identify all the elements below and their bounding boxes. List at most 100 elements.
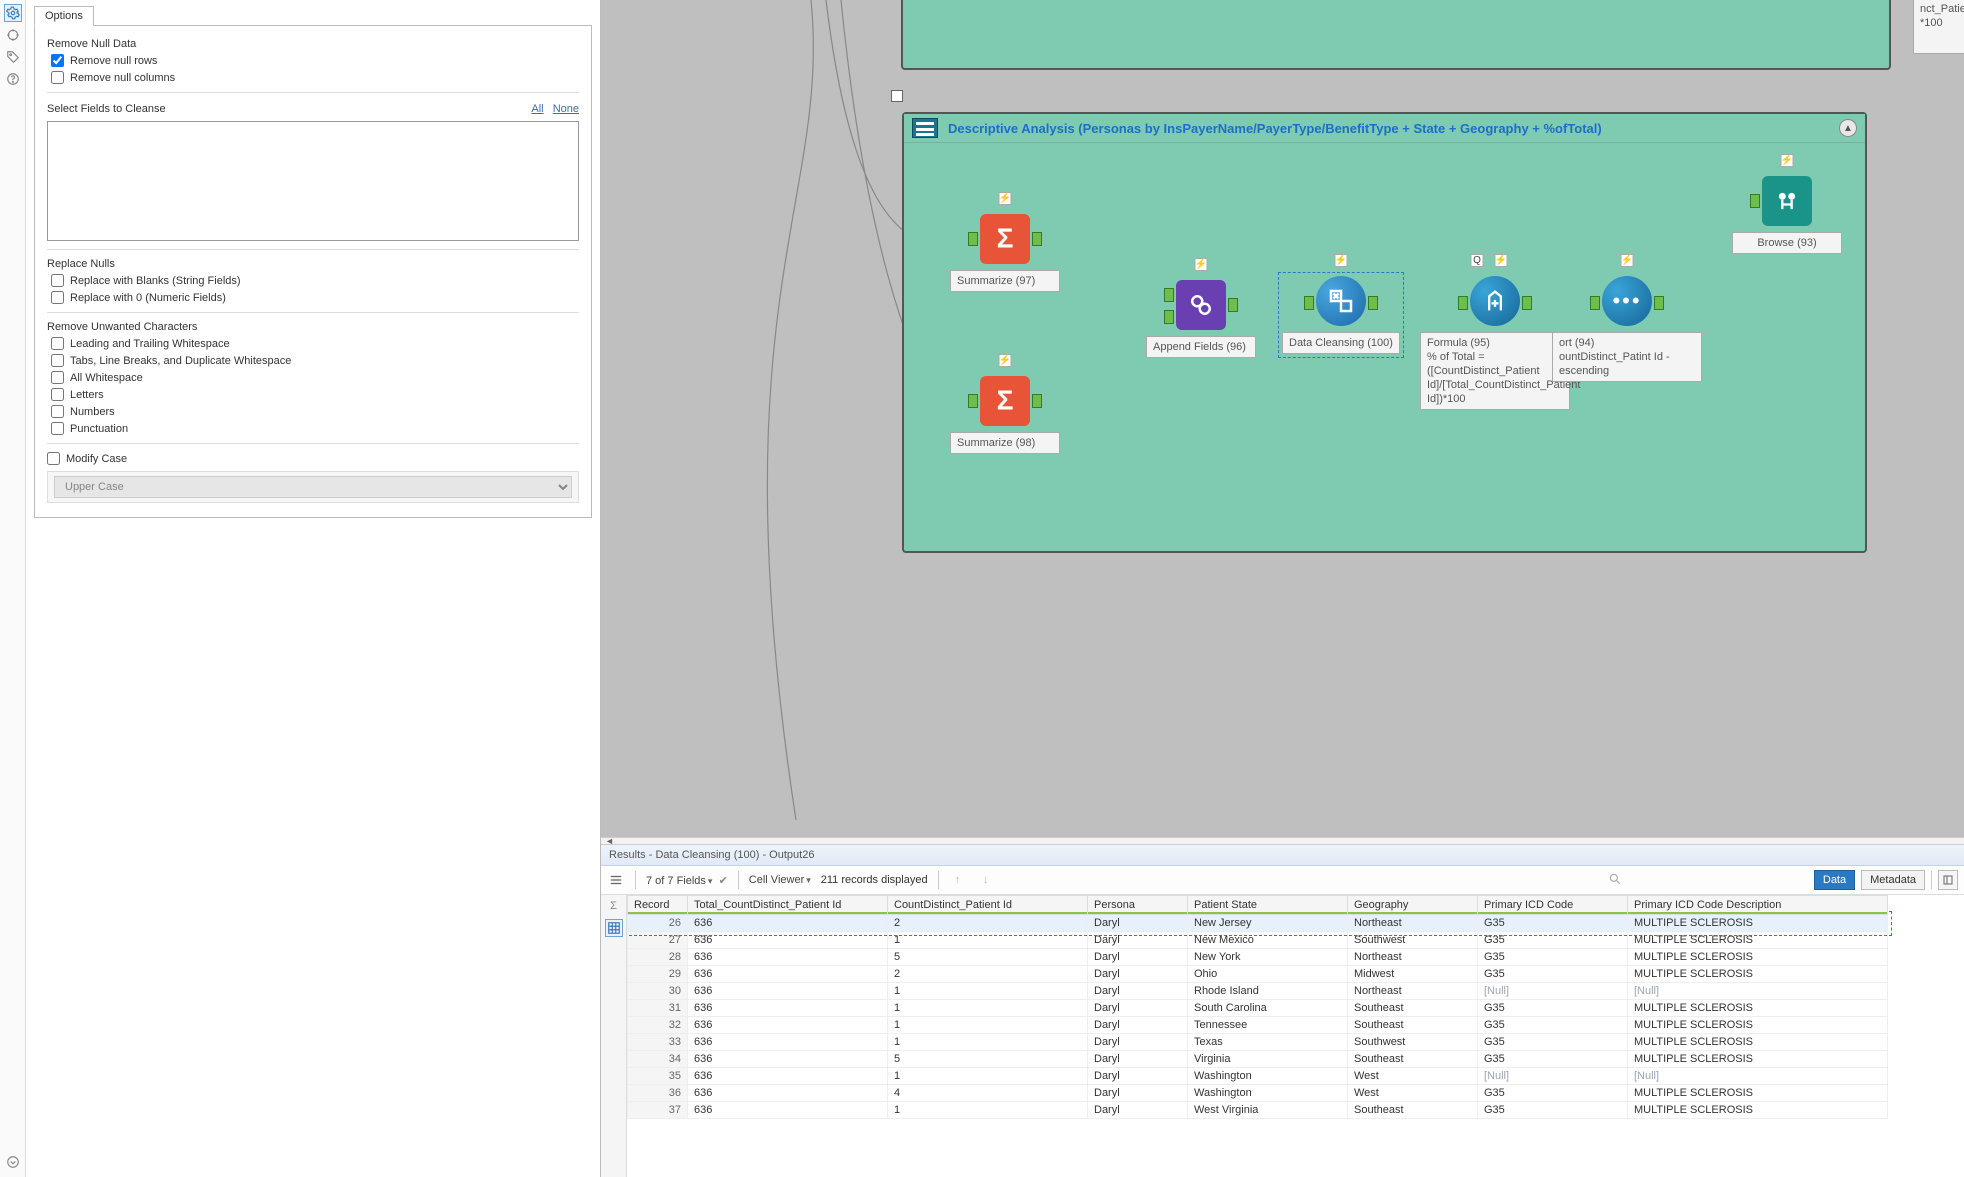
column-header[interactable]: Patient State xyxy=(1188,896,1348,915)
table-cell[interactable]: 5 xyxy=(888,949,1088,966)
chevron-down-icon[interactable] xyxy=(4,1153,22,1171)
table-cell[interactable]: Daryl xyxy=(1088,1034,1188,1051)
table-cell[interactable]: [Null] xyxy=(1478,983,1628,1000)
table-row[interactable]: 326361DarylTennesseeSoutheastG35MULTIPLE… xyxy=(628,1017,1888,1034)
fields-selector[interactable]: 7 of 7 Fields▾ ✔ xyxy=(646,874,728,887)
table-cell[interactable]: Daryl xyxy=(1088,1102,1188,1119)
popout-icon[interactable] xyxy=(1938,870,1958,890)
help-icon[interactable] xyxy=(4,70,22,88)
table-cell[interactable]: Daryl xyxy=(1088,1051,1188,1068)
table-cell[interactable]: G35 xyxy=(1478,1051,1628,1068)
table-cell[interactable]: 1 xyxy=(888,1102,1088,1119)
tab-options[interactable]: Options xyxy=(34,6,94,26)
table-cell[interactable]: 32 xyxy=(628,1017,688,1034)
table-cell[interactable]: Washington xyxy=(1188,1068,1348,1085)
workflow-canvas[interactable]: nct_Patient Id]) *100 Descriptive Analys… xyxy=(601,0,1964,837)
table-cell[interactable]: MULTIPLE SCLEROSIS xyxy=(1628,1085,1888,1102)
table-cell[interactable]: Daryl xyxy=(1088,1017,1188,1034)
table-cell[interactable]: 636 xyxy=(688,1085,888,1102)
table-cell[interactable]: Rhode Island xyxy=(1188,983,1348,1000)
table-cell[interactable]: MULTIPLE SCLEROSIS xyxy=(1628,1051,1888,1068)
table-cell[interactable]: Daryl xyxy=(1088,983,1188,1000)
tool-append-fields-96[interactable]: ⚡ Append Fields (96) xyxy=(1146,280,1256,358)
table-cell[interactable]: Southwest xyxy=(1348,932,1478,949)
modify-case-checkbox[interactable] xyxy=(47,452,60,465)
column-header[interactable]: Record xyxy=(628,896,688,915)
table-cell[interactable]: New Mexico xyxy=(1188,932,1348,949)
table-row[interactable]: 336361DarylTexasSouthwestG35MULTIPLE SCL… xyxy=(628,1034,1888,1051)
table-cell[interactable]: 636 xyxy=(688,1102,888,1119)
table-cell[interactable]: MULTIPLE SCLEROSIS xyxy=(1628,966,1888,983)
table-cell[interactable]: New Jersey xyxy=(1188,915,1348,932)
table-row[interactable]: 356361DarylWashingtonWest[Null][Null] xyxy=(628,1068,1888,1085)
table-cell[interactable]: 34 xyxy=(628,1051,688,1068)
tool-summarize-98[interactable]: ⚡ Summarize (98) xyxy=(950,376,1060,454)
arrow-down-icon[interactable]: ↓ xyxy=(977,871,995,889)
table-cell[interactable]: G35 xyxy=(1478,1000,1628,1017)
table-cell[interactable]: 5 xyxy=(888,1051,1088,1068)
table-cell[interactable]: 4 xyxy=(888,1085,1088,1102)
table-cell[interactable]: Virginia xyxy=(1188,1051,1348,1068)
table-cell[interactable]: MULTIPLE SCLEROSIS xyxy=(1628,1000,1888,1017)
select-none-link[interactable]: None xyxy=(553,103,579,115)
table-cell[interactable]: Daryl xyxy=(1088,966,1188,983)
tool-formula-95[interactable]: Q ⚡ Formula (95)% of Total = ([CountDist… xyxy=(1420,276,1570,410)
column-header[interactable]: Primary ICD Code xyxy=(1478,896,1628,915)
table-cell[interactable]: Daryl xyxy=(1088,949,1188,966)
table-cell[interactable]: 1 xyxy=(888,1034,1088,1051)
table-cell[interactable]: G35 xyxy=(1478,1085,1628,1102)
table-cell[interactable]: MULTIPLE SCLEROSIS xyxy=(1628,949,1888,966)
table-cell[interactable]: Daryl xyxy=(1088,915,1188,932)
table-cell[interactable]: 636 xyxy=(688,932,888,949)
numbers-checkbox[interactable] xyxy=(51,405,64,418)
table-cell[interactable]: 31 xyxy=(628,1000,688,1017)
column-header[interactable]: Geography xyxy=(1348,896,1478,915)
table-cell[interactable]: G35 xyxy=(1478,949,1628,966)
table-row[interactable]: 266362DarylNew JerseyNortheastG35MULTIPL… xyxy=(628,915,1888,932)
table-cell[interactable]: Daryl xyxy=(1088,1085,1188,1102)
table-cell[interactable]: 30 xyxy=(628,983,688,1000)
table-row[interactable]: 286365DarylNew YorkNortheastG35MULTIPLE … xyxy=(628,949,1888,966)
target-icon[interactable] xyxy=(4,26,22,44)
table-cell[interactable]: 636 xyxy=(688,1000,888,1017)
table-cell[interactable]: 26 xyxy=(628,915,688,932)
rows-menu-icon[interactable] xyxy=(607,871,625,889)
container-collapse-button[interactable]: ▲ xyxy=(1839,119,1857,137)
table-cell[interactable]: 35 xyxy=(628,1068,688,1085)
column-header[interactable]: Persona xyxy=(1088,896,1188,915)
punctuation-checkbox[interactable] xyxy=(51,422,64,435)
table-cell[interactable]: New York xyxy=(1188,949,1348,966)
results-splitter[interactable] xyxy=(601,837,1964,845)
table-cell[interactable]: Daryl xyxy=(1088,932,1188,949)
results-grid-scroll[interactable]: RecordTotal_CountDistinct_Patient IdCoun… xyxy=(627,895,1964,1177)
tool-data-cleansing-100[interactable]: ⚡ Data Cleansing (100) xyxy=(1282,276,1400,354)
data-tab-button[interactable]: Data xyxy=(1814,870,1855,890)
table-row[interactable]: 346365DarylVirginiaSoutheastG35MULTIPLE … xyxy=(628,1051,1888,1068)
table-cell[interactable]: 636 xyxy=(688,1068,888,1085)
table-row[interactable]: 376361DarylWest VirginiaSoutheastG35MULT… xyxy=(628,1102,1888,1119)
table-cell[interactable]: 1 xyxy=(888,1017,1088,1034)
table-cell[interactable]: 636 xyxy=(688,966,888,983)
all-ws-checkbox[interactable] xyxy=(51,371,64,384)
connector-anchor[interactable] xyxy=(891,90,903,102)
table-row[interactable]: 306361DarylRhode IslandNortheast[Null][N… xyxy=(628,983,1888,1000)
table-cell[interactable]: 2 xyxy=(888,915,1088,932)
table-cell[interactable]: Northeast xyxy=(1348,949,1478,966)
table-cell[interactable]: 2 xyxy=(888,966,1088,983)
tool-browse-93[interactable]: ⚡ Browse (93) xyxy=(1732,176,1842,254)
table-cell[interactable]: Texas xyxy=(1188,1034,1348,1051)
arrow-up-icon[interactable]: ↑ xyxy=(949,871,967,889)
table-cell[interactable]: South Carolina xyxy=(1188,1000,1348,1017)
table-cell[interactable]: 28 xyxy=(628,949,688,966)
table-cell[interactable]: Ohio xyxy=(1188,966,1348,983)
table-cell[interactable]: [Null] xyxy=(1478,1068,1628,1085)
tool-summarize-97[interactable]: ⚡ Summarize (97) xyxy=(950,214,1060,292)
table-cell[interactable]: West Virginia xyxy=(1188,1102,1348,1119)
table-cell[interactable]: Southeast xyxy=(1348,1051,1478,1068)
table-cell[interactable]: 36 xyxy=(628,1085,688,1102)
tabs-dup-checkbox[interactable] xyxy=(51,354,64,367)
table-cell[interactable]: G35 xyxy=(1478,915,1628,932)
table-row[interactable]: 296362DarylOhioMidwestG35MULTIPLE SCLERO… xyxy=(628,966,1888,983)
table-cell[interactable]: MULTIPLE SCLEROSIS xyxy=(1628,1102,1888,1119)
table-cell[interactable]: G35 xyxy=(1478,966,1628,983)
